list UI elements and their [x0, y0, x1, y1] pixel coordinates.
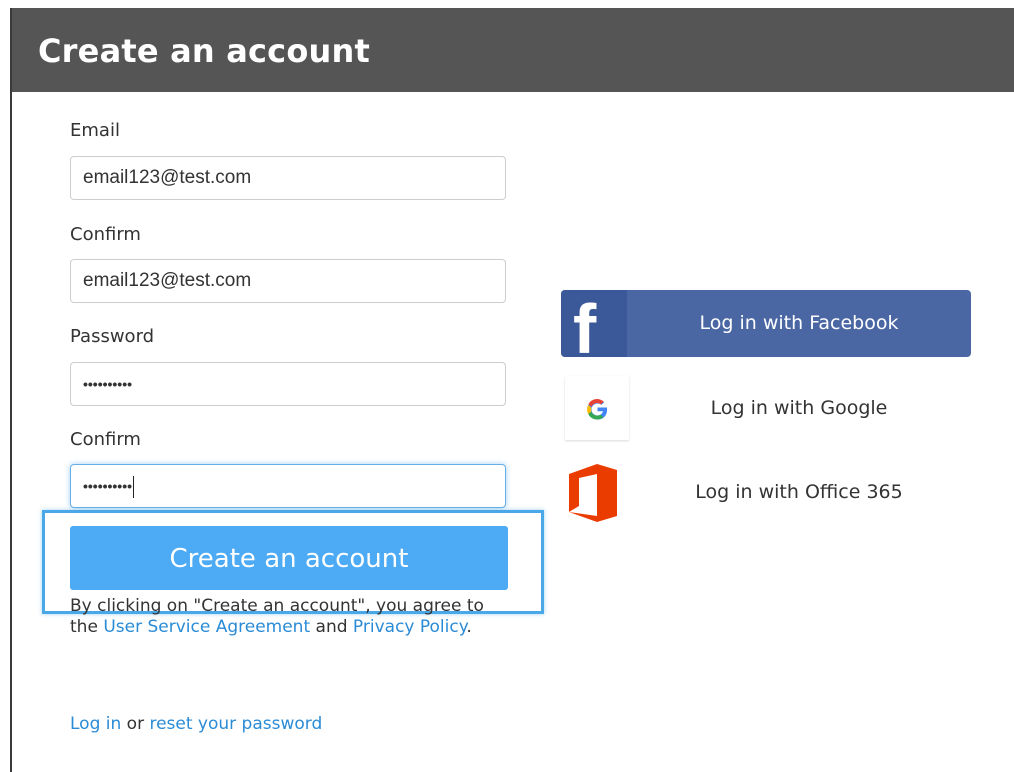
terms-middle: and [310, 617, 353, 637]
terms-suffix: . [466, 617, 472, 637]
google-g-logo [587, 399, 608, 420]
facebook-icon: f [561, 290, 627, 357]
create-account-dialog: Create an account Email email123@test.co… [12, 8, 1014, 772]
password-label: Password [70, 326, 155, 347]
confirm-password-value: •••••••••• [83, 478, 133, 494]
office365-login-label: Log in with Office 365 [695, 481, 903, 503]
dialog-title: Create an account [38, 32, 370, 70]
email-field[interactable]: email123@test.com [70, 156, 506, 200]
facebook-login-label: Log in with Facebook [699, 312, 899, 334]
office365-icon [563, 460, 623, 530]
google-icon [565, 376, 629, 440]
confirm-email-label: Confirm [70, 224, 141, 245]
privacy-policy-link[interactable]: Privacy Policy [353, 617, 466, 637]
footer-links: Log in or reset your password [70, 714, 322, 734]
google-login-button[interactable]: Log in with Google [561, 376, 971, 440]
confirm-email-field[interactable]: email123@test.com [70, 259, 506, 303]
background-strip [0, 8, 12, 772]
terms-text: By clicking on "Create an account", you … [70, 596, 510, 638]
confirm-password-field[interactable]: •••••••••• [70, 464, 506, 508]
facebook-f-glyph: f [573, 290, 597, 357]
facebook-login-button[interactable]: f Log in with Facebook [561, 290, 971, 357]
office365-login-button[interactable]: Log in with Office 365 [561, 460, 971, 524]
reset-password-link[interactable]: reset your password [149, 714, 322, 734]
office365-logo [569, 464, 617, 522]
window-top-edge [0, 0, 1014, 8]
password-field[interactable]: •••••••••• [70, 362, 506, 406]
dialog-header: Create an account [12, 8, 1014, 92]
email-label: Email [70, 120, 120, 141]
user-service-agreement-link[interactable]: User Service Agreement [103, 617, 310, 637]
footer-or-text: or [121, 714, 150, 734]
confirm-password-label: Confirm [70, 429, 141, 450]
text-cursor [133, 476, 135, 499]
google-login-label: Log in with Google [710, 397, 888, 419]
create-account-button[interactable]: Create an account [70, 526, 508, 590]
login-link[interactable]: Log in [70, 714, 121, 734]
